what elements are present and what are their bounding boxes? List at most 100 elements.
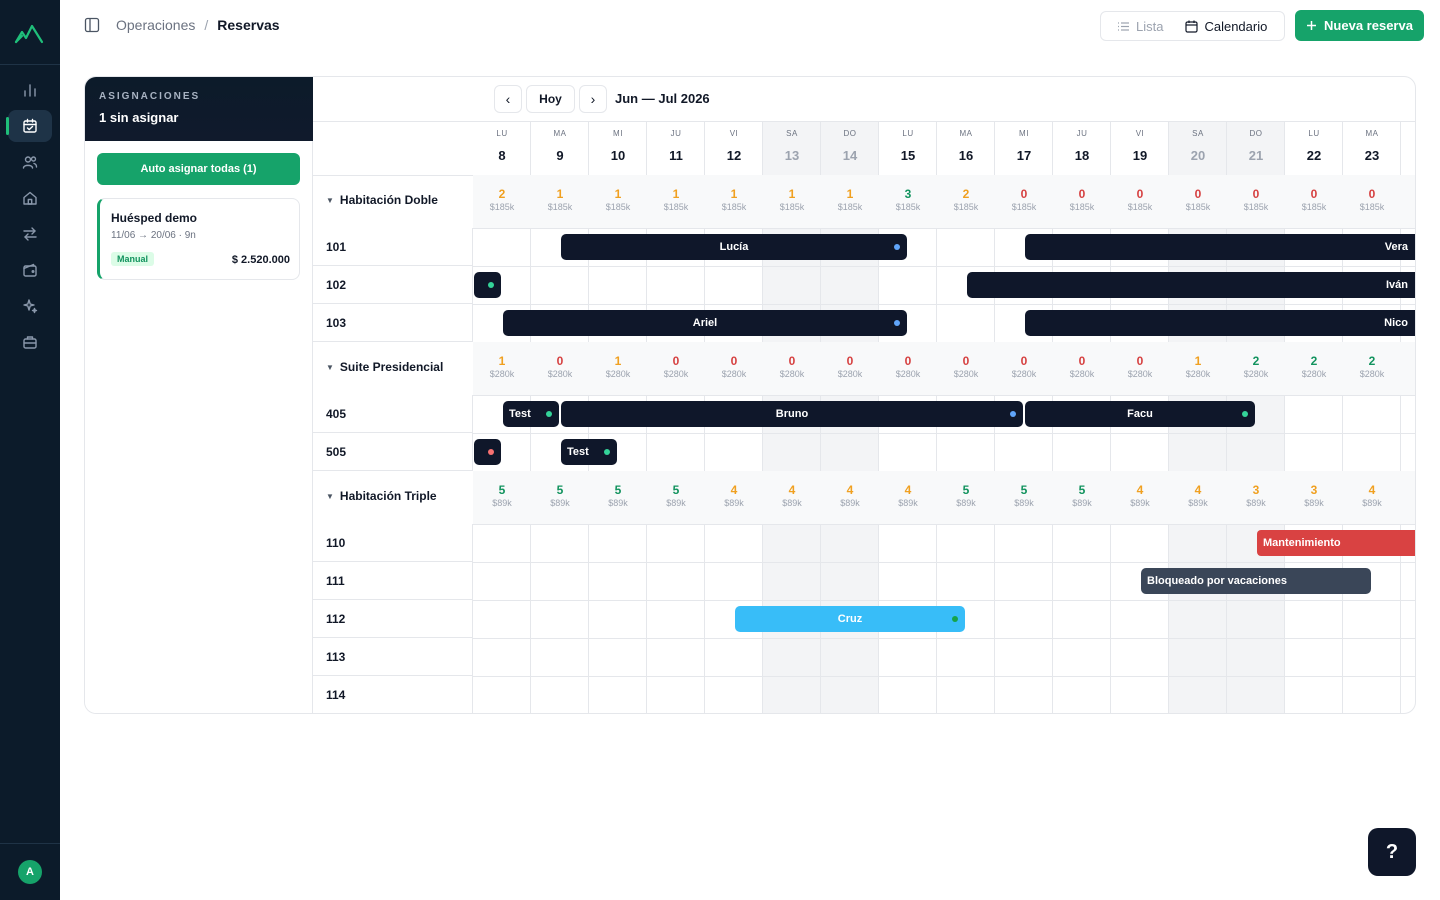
day-number[interactable]: 17 xyxy=(995,148,1053,163)
booking-bar[interactable]: Lucía xyxy=(561,234,907,260)
auto-assign-button[interactable]: Auto asignar todas (1) xyxy=(97,153,300,185)
availability-cell: 0 $185k xyxy=(1343,187,1401,212)
booking-bar[interactable]: Test xyxy=(503,401,559,427)
day-of-week: LU xyxy=(496,129,508,138)
day-of-week: MA xyxy=(1365,129,1379,138)
availability-price: $185k xyxy=(779,202,805,212)
booking-status-dot xyxy=(894,244,900,250)
room-number[interactable]: 114 xyxy=(326,688,345,702)
collapse-triangle-icon: ▼ xyxy=(326,362,334,372)
sidebar-item-sparkles[interactable] xyxy=(8,290,52,322)
booking-bar[interactable]: Iván xyxy=(967,272,1415,298)
day-number[interactable]: 11 xyxy=(647,148,705,163)
booking-bar[interactable]: Test xyxy=(561,439,617,465)
room-number[interactable]: 101 xyxy=(326,240,346,254)
day-number[interactable]: 18 xyxy=(1053,148,1111,163)
sidebar-item-home[interactable] xyxy=(8,182,52,214)
booking-bar[interactable]: Nico xyxy=(1025,310,1415,336)
room-number[interactable]: 405 xyxy=(326,407,346,421)
booking-bar[interactable]: Bloqueado por vacaciones xyxy=(1141,568,1371,594)
view-list-button[interactable]: Lista xyxy=(1107,13,1173,39)
availability-cell: 1 $280k xyxy=(589,354,647,379)
home-icon xyxy=(23,191,37,205)
availability-count: 5 xyxy=(498,483,506,497)
room-number[interactable]: 110 xyxy=(326,536,345,550)
assignments-kicker: ASIGNACIONES xyxy=(99,91,201,102)
room-number[interactable]: 505 xyxy=(326,445,346,459)
category-toggle[interactable]: ▼ Suite Presidencial xyxy=(326,360,443,374)
breadcrumb-separator: / xyxy=(204,17,209,33)
day-number[interactable]: 21 xyxy=(1227,148,1285,163)
users-icon xyxy=(22,156,38,169)
day-number[interactable]: 9 xyxy=(531,148,589,163)
availability-cell: 3 $185k xyxy=(879,187,937,212)
booking-bar[interactable]: Facu xyxy=(1025,401,1255,427)
sidebar-toggle-icon[interactable] xyxy=(84,17,100,33)
day-number[interactable]: 22 xyxy=(1285,148,1343,163)
prev-button[interactable]: ‹ xyxy=(494,85,522,113)
today-button[interactable]: Hoy xyxy=(526,85,575,113)
availability-cell: 1 $185k xyxy=(647,187,705,212)
availability-count: 0 xyxy=(1136,354,1144,368)
unassigned-guest-card[interactable]: Huésped demo 11/06 → 20/06 · 9n Manual $… xyxy=(97,198,300,280)
availability-price: $89k xyxy=(1072,498,1092,508)
new-booking-button[interactable]: Nueva reserva xyxy=(1295,10,1424,41)
availability-count: 1 xyxy=(614,187,622,201)
sidebar-divider xyxy=(0,843,60,844)
sidebar-item-calendar-check[interactable] xyxy=(6,110,52,142)
booking-guest-name: Cruz xyxy=(837,613,863,625)
booking-bar[interactable] xyxy=(474,272,501,298)
sparkles-icon xyxy=(23,299,38,314)
help-button[interactable]: ? xyxy=(1368,828,1416,876)
day-number[interactable]: 23 xyxy=(1343,148,1401,163)
sidebar-item-users[interactable] xyxy=(8,146,52,178)
category-toggle[interactable]: ▼ Habitación Triple xyxy=(326,489,437,503)
day-number[interactable]: 13 xyxy=(763,148,821,163)
availability-count: 0 xyxy=(1078,187,1086,201)
availability-price: $89k xyxy=(1304,498,1324,508)
availability-price: $280k xyxy=(1185,369,1211,379)
day-number[interactable]: 16 xyxy=(937,148,995,163)
reservations-panel: ASIGNACIONES 1 sin asignar Auto asignar … xyxy=(84,76,1416,714)
day-number[interactable]: 15 xyxy=(879,148,937,163)
day-number[interactable]: 14 xyxy=(821,148,879,163)
availability-count: 0 xyxy=(788,354,796,368)
availability-price: $280k xyxy=(1011,369,1037,379)
booking-bar[interactable]: Vera xyxy=(1025,234,1415,260)
room-number[interactable]: 102 xyxy=(326,278,346,292)
availability-price: $280k xyxy=(547,369,573,379)
booking-bar[interactable]: Bruno xyxy=(561,401,1023,427)
category-toggle[interactable]: ▼ Habitación Doble xyxy=(326,193,438,207)
availability-cell: 0 $185k xyxy=(995,187,1053,212)
room-number[interactable]: 112 xyxy=(326,612,345,626)
availability-price: $185k xyxy=(721,202,747,212)
view-calendar-button[interactable]: Calendario xyxy=(1175,13,1277,39)
plus-icon xyxy=(1307,21,1317,30)
room-number[interactable]: 103 xyxy=(326,316,346,330)
day-number[interactable]: 19 xyxy=(1111,148,1169,163)
day-number[interactable]: 10 xyxy=(589,148,647,163)
booking-bar[interactable]: Cruz xyxy=(735,606,965,632)
brand-logo-icon[interactable] xyxy=(14,20,46,48)
day-number[interactable]: 12 xyxy=(705,148,763,163)
booking-bar[interactable] xyxy=(474,439,501,465)
next-button[interactable]: › xyxy=(579,85,607,113)
booking-bar[interactable]: Mantenimiento xyxy=(1257,530,1415,556)
day-of-week: MA xyxy=(553,129,567,138)
sidebar-item-briefcase[interactable] xyxy=(8,326,52,358)
room-number[interactable]: 113 xyxy=(326,650,345,664)
breadcrumb-parent[interactable]: Operaciones xyxy=(116,17,195,33)
sidebar-item-swap-arrows[interactable] xyxy=(8,218,52,250)
day-number[interactable]: 20 xyxy=(1169,148,1227,163)
new-booking-label: Nueva reserva xyxy=(1324,18,1413,33)
availability-price: $185k xyxy=(1069,202,1095,212)
user-avatar[interactable]: A xyxy=(18,860,42,884)
availability-price: $185k xyxy=(1243,202,1269,212)
sidebar-item-wallet[interactable] xyxy=(8,254,52,286)
booking-bar[interactable]: Ariel xyxy=(503,310,907,336)
sidebar-item-bar-chart[interactable] xyxy=(8,74,52,106)
day-number[interactable]: 8 xyxy=(473,148,531,163)
availability-price: $89k xyxy=(782,498,802,508)
booking-status-dot xyxy=(488,282,494,288)
room-number[interactable]: 111 xyxy=(326,574,345,588)
